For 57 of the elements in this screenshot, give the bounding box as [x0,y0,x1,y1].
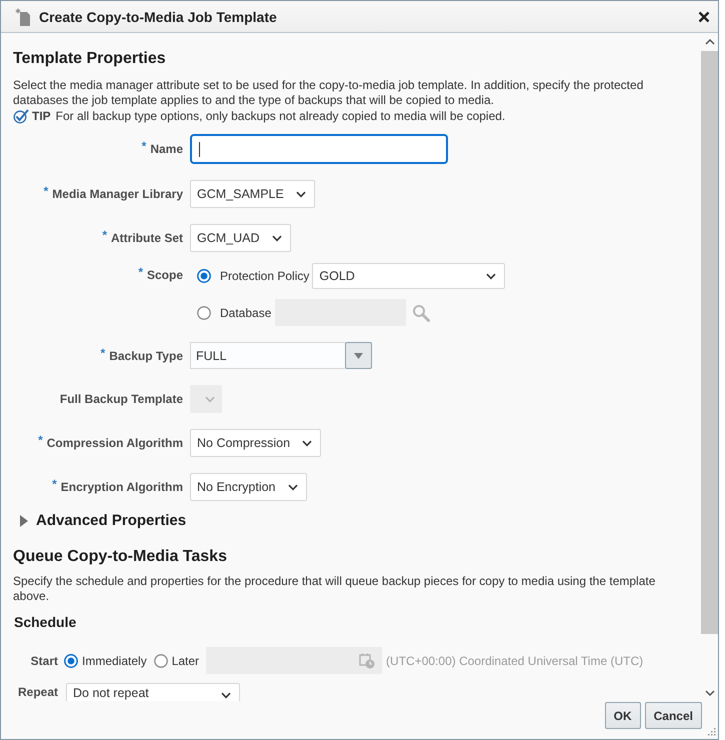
dialog-button[interactable]: Cancel [644,702,702,729]
field-label: Start [30,654,58,668]
field-label: * Scope [137,264,183,282]
dropdown[interactable]: GCM_SAMPLE [190,180,315,208]
new-document-icon [15,8,31,26]
triangle-icon [20,515,28,527]
scrollbar-thumb[interactable] [701,51,718,634]
radio-button[interactable] [197,306,211,320]
timezone-text: (UTC+00:00) Coordinated Universal Time (UTC) [386,654,644,668]
subsection-heading: Schedule [14,614,78,631]
radio-button[interactable] [154,654,168,668]
search-icon[interactable] [412,304,430,322]
chevron-down-icon [221,692,231,699]
dropdown-button[interactable] [345,342,372,369]
tip-label: TIP [32,108,51,124]
dropdown[interactable]: GCM_UAD [190,224,291,252]
radio-label[interactable]: Immediately [82,654,147,668]
advanced-properties-toggle[interactable]: Advanced Properties [13,512,186,530]
field-label: Full Backup Template [58,392,183,406]
chevron-down-icon [296,190,306,198]
chevron-down-icon [302,440,312,446]
window-title: Create Copy-to-Media Job Template [39,8,278,24]
dropdown[interactable]: Do not repeat [66,683,240,701]
field-label: Repeat [16,684,58,699]
section-description: Select the media manager attribute set to be used for the copy-to-media job template. In addition, specify the protected databases the job template applies to and the type of backups that will be copied to media. [13,78,644,108]
input-field[interactable] [190,134,448,164]
radio-button[interactable] [197,269,211,283]
radio-label[interactable]: Protection Policy [220,269,310,283]
resize-grip-icon[interactable] [706,726,716,736]
radio-label[interactable]: Later [172,654,200,668]
text-cursor-icon [199,142,200,156]
dialog-button[interactable]: OK [604,702,641,729]
dropdown[interactable]: No Encryption [190,473,307,501]
scroll-up-icon[interactable] [704,39,714,45]
field-label: * Name [140,142,183,156]
radio-label[interactable]: Database [220,306,272,320]
combo-field[interactable]: FULL [190,342,345,369]
dropdown[interactable]: GOLD [312,263,506,289]
section-heading: Queue Copy-to-Media Tasks [13,547,228,567]
field-label: * Attribute Set [101,231,183,245]
section-heading: Template Properties [13,49,167,69]
chevron-down-icon [205,396,215,402]
check-icon [13,108,29,124]
chevron-down-icon [486,272,496,280]
field-label: * Backup Type [100,348,183,362]
caret-icon [354,352,363,358]
field-label: * Compression Algorithm [37,436,183,450]
field-label: * Media Manager Library [42,187,183,201]
radio-button[interactable] [64,654,78,668]
tip-text: For all backup type options, only backups not already copied to media will be copied. [56,108,506,124]
scroll-down-icon[interactable] [704,690,714,696]
field-label: * Encryption Algorithm [51,480,183,494]
section-description: Specify the schedule and properties for the procedure that will queue backup pieces for copy to media using the template above. [13,574,656,604]
chevron-down-icon [288,484,298,490]
chevron-down-icon [272,234,282,242]
dropdown[interactable]: No Compression [190,429,322,457]
close-icon[interactable] [698,10,710,22]
